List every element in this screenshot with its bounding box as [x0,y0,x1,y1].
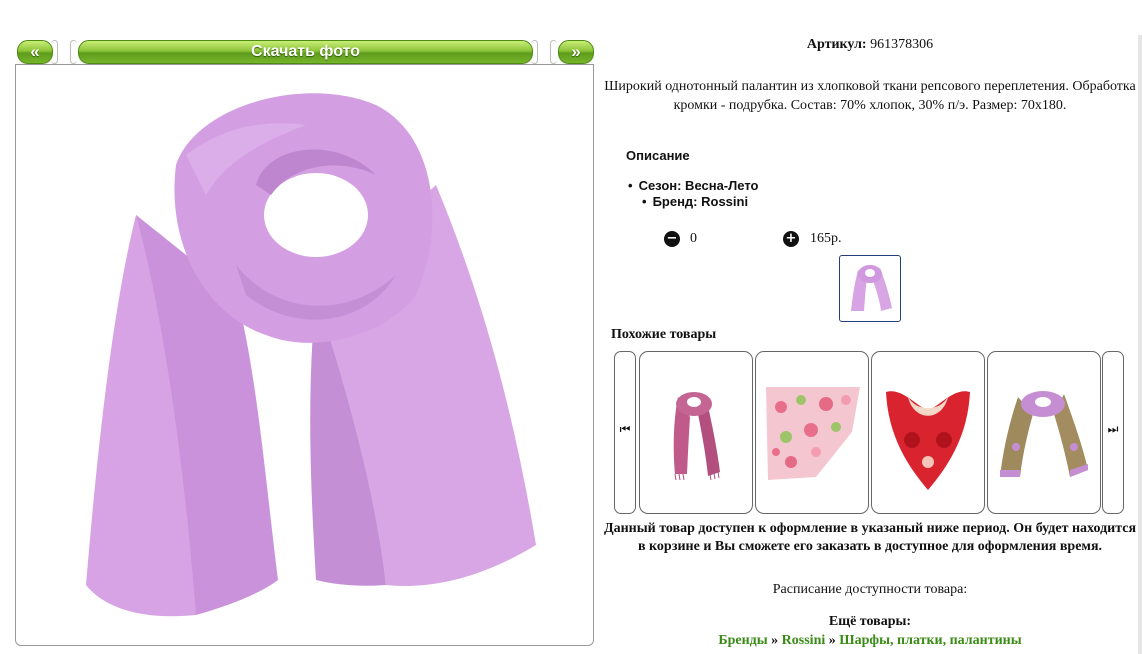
download-photo-button[interactable]: Скачать фото [78,40,533,64]
plus-circle-icon[interactable]: + [783,231,799,247]
breadcrumb-link-brands[interactable]: Бренды [718,633,767,648]
divider [51,40,58,64]
scarf-image [86,93,536,617]
divider [70,40,77,64]
previous-photo-button[interactable]: « [17,40,53,64]
page-scrollbar[interactable] [1138,35,1142,654]
product-thumbnail[interactable] [839,255,901,322]
more-products-heading: Ещё товары: [828,614,912,629]
skip-next-icon: ⏭ [1107,422,1119,436]
quantity-value: 0 [690,231,697,246]
availability-notice: Данный товар доступен к оформление в ука… [603,521,1137,554]
description-heading: Описание [626,148,690,163]
article-label: Артикул: [806,37,867,52]
minus-circle-icon[interactable]: − [664,231,680,247]
breadcrumb-link-rossini[interactable]: Rossini [782,633,826,648]
breadcrumb-separator: » [828,633,836,648]
article-number: Артикул: 961378306 [600,37,1140,53]
article-value: 961378306 [870,37,934,52]
carousel-next-button[interactable]: ⏭ [1102,351,1124,514]
skip-previous-icon: ⏮ [619,422,631,436]
carousel-prev-button[interactable]: ⏮ [614,351,636,514]
product-photo[interactable] [15,64,594,646]
breadcrumb: Бренды » Rossini » Шарфы, платки, палант… [600,633,1140,649]
properties-list: Сезон: Весна-Лето Бренд: Rossini [628,178,759,210]
similar-products-heading: Похожие товары [611,327,717,342]
price: 165р. [810,231,842,246]
property-brand: Бренд: Rossini [628,194,758,210]
divider [531,40,538,64]
similar-item-red-paisley-shawl[interactable] [871,351,985,514]
similar-item-pink-scarf[interactable] [639,351,753,514]
product-description: Широкий однотонный палантин из хлопковой… [604,79,1136,113]
availability-schedule-label: Расписание доступности товара: [772,582,968,597]
similar-item-lilac-paisley-scarf[interactable] [987,351,1101,514]
divider [550,40,557,64]
next-photo-button[interactable]: » [558,40,594,64]
breadcrumb-separator: » [771,633,779,648]
similar-item-floral-shawl[interactable] [755,351,869,514]
property-season: Сезон: Весна-Лето [628,178,759,194]
breadcrumb-link-scarves[interactable]: Шарфы, платки, палантины [839,633,1021,648]
